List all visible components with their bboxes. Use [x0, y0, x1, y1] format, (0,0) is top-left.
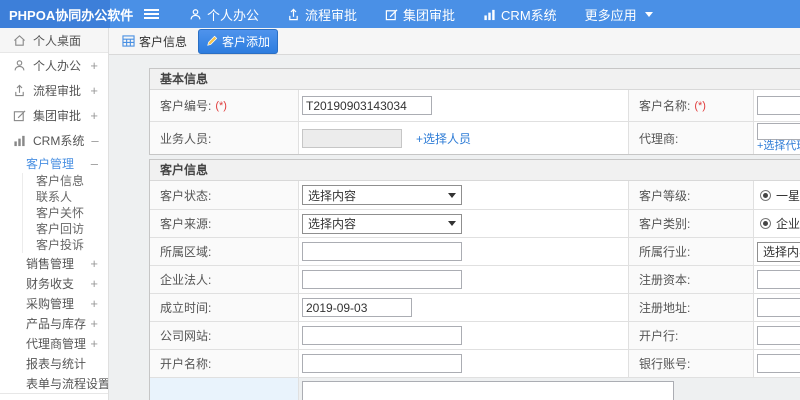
person-icon [189, 8, 202, 21]
account-name-input[interactable] [302, 354, 462, 373]
sidebar-item-customer-info[interactable]: 客户信息 [36, 173, 108, 189]
category-label: 客户类别: [629, 210, 754, 237]
category-radio[interactable] [760, 218, 771, 229]
sidebar-item-contacts[interactable]: 联系人 [36, 189, 108, 205]
pencil-icon [206, 35, 218, 47]
nav-group-approval[interactable]: 集团审批 [385, 5, 455, 24]
sidebar-item-group-approval[interactable]: 集团审批 + [0, 103, 108, 128]
process-icon [287, 8, 300, 21]
required-mark: (*) [215, 99, 227, 112]
sidebar-item-personal-office[interactable]: 个人办公 + [0, 53, 108, 78]
founded-date-label: 成立时间: [150, 294, 299, 321]
process-icon [13, 84, 26, 97]
status-label: 客户状态: [150, 181, 299, 209]
menu-toggle-button[interactable] [144, 0, 159, 28]
sidebar-item-purchasing[interactable]: 采购管理 + [0, 293, 108, 313]
status-select[interactable]: 选择内容 [302, 185, 462, 205]
website-input[interactable] [302, 326, 462, 345]
nav-personal-office[interactable]: 个人办公 [189, 5, 259, 24]
registered-capital-input[interactable] [757, 270, 800, 289]
industry-select[interactable]: 选择内容 [757, 241, 800, 262]
founded-date-input[interactable] [302, 298, 412, 317]
sidebar-item-desktop[interactable]: 个人桌面 [0, 28, 108, 53]
tab-customer-add[interactable]: 客户添加 [198, 28, 279, 54]
source-select[interactable]: 选择内容 [302, 213, 462, 234]
basic-info-section-title: 基本信息 [150, 69, 800, 90]
sidebar-item-agent-management[interactable]: 代理商管理 + [0, 333, 108, 353]
caret-down-icon [644, 11, 653, 17]
sidebar-item-customer-revisit[interactable]: 客户回访 [36, 221, 108, 237]
chart-icon [483, 8, 496, 21]
sidebar-item-process-approval[interactable]: 流程审批 + [0, 78, 108, 103]
app-logo: PHPOA协同办公软件 [0, 0, 133, 28]
customer-name-input[interactable] [757, 96, 800, 115]
customer-info-panel: 客户信息 客户状态: 选择内容 客户等级: 一星级 [149, 159, 800, 400]
select-agent-link[interactable]: +选择代理商 [757, 140, 800, 153]
website-label: 公司网站: [150, 322, 299, 349]
industry-label: 所属行业: [629, 238, 754, 265]
legal-person-label: 企业法人: [150, 266, 299, 293]
region-label: 所属区域: [150, 238, 299, 265]
grade-radio[interactable] [760, 189, 771, 201]
caret-down-icon [448, 221, 456, 226]
approve-icon [13, 109, 26, 122]
customer-no-input[interactable] [302, 96, 432, 115]
main-content: 客户信息 客户添加 基本信息 客户编号: (*) T20190903143034… [109, 28, 800, 400]
source-label: 客户来源: [150, 210, 299, 237]
basic-info-panel: 基本信息 客户编号: (*) 客户名称: (*) [149, 68, 800, 155]
sidebar-item-customer-management[interactable]: 客户管理 – [0, 153, 108, 173]
sidebar-item-finance[interactable]: 财务收支 + [0, 273, 108, 293]
sidebar-item-customer-complaint[interactable]: 客户投诉 [36, 237, 108, 253]
remark-label-cell [150, 378, 299, 400]
customer-name-label: 客户名称: (*) [629, 90, 754, 121]
nav-process-approval[interactable]: 流程审批 [287, 5, 357, 24]
salesperson-label: 业务人员: [150, 122, 299, 154]
top-nav: 个人办公 流程审批 集团审批 CRM系统 更多应用 [189, 0, 653, 28]
bank-label: 开户行: [629, 322, 754, 349]
hamburger-icon [144, 8, 159, 20]
customer-info-section-title: 客户信息 [150, 160, 800, 181]
sidebar-item-reports[interactable]: 报表与统计 [0, 353, 108, 373]
sidebar-item-form-process-settings[interactable]: 表单与流程设置 + [0, 373, 108, 393]
region-input[interactable] [302, 242, 462, 261]
sidebar: 个人桌面 个人办公 + 流程审批 + 集团审批 + CRM系统 – 客户管理 –… [0, 28, 109, 400]
agent-label: 代理商: [629, 122, 754, 154]
account-name-label: 开户名称: [150, 350, 299, 377]
sidebar-item-crm[interactable]: CRM系统 – [0, 128, 108, 153]
salesperson-input[interactable] [302, 128, 402, 148]
sidebar-item-sales-management[interactable]: 销售管理 + [0, 253, 108, 273]
nav-more-apps[interactable]: 更多应用 [585, 5, 653, 24]
grade-label: 客户等级: [629, 181, 754, 209]
nav-crm-system[interactable]: CRM系统 [483, 5, 557, 24]
table-icon [122, 35, 135, 47]
category-option-label: 企业 [776, 217, 800, 231]
caret-down-icon [448, 192, 456, 198]
agent-input[interactable] [757, 123, 800, 140]
legal-person-input[interactable] [302, 270, 462, 289]
registered-capital-label: 注册资本: [629, 266, 754, 293]
sidebar-item-customer-care[interactable]: 客户关怀 [36, 205, 108, 221]
sidebar-item-admin-office[interactable]: 行政办公 + [0, 393, 108, 400]
bank-account-input[interactable] [757, 354, 800, 373]
registered-address-input[interactable] [757, 298, 800, 317]
form-area: 基本信息 客户编号: (*) 客户名称: (*) [109, 55, 800, 400]
required-mark: (*) [694, 99, 706, 112]
customer-no-label: 客户编号: (*) [150, 90, 299, 121]
approve-icon [385, 8, 398, 21]
registered-address-label: 注册地址: [629, 294, 754, 321]
sidebar-item-products-inventory[interactable]: 产品与库存 + [0, 313, 108, 333]
remark-textarea[interactable] [302, 381, 674, 400]
top-header: PHPOA协同办公软件 个人办公 流程审批 集团审批 CRM系统 更多应用 [0, 0, 800, 28]
customer-submenu: 客户信息 联系人 客户关怀 客户回访 客户投诉 [22, 173, 108, 253]
grade-option-label: 一星级 [776, 188, 800, 203]
bank-account-label: 银行账号: [629, 350, 754, 377]
bank-input[interactable] [757, 326, 800, 345]
tab-customer-info[interactable]: 客户信息 [115, 30, 194, 53]
home-icon [13, 34, 26, 47]
tab-bar: 客户信息 客户添加 [109, 28, 800, 55]
select-person-link[interactable]: +选择人员 [416, 130, 471, 147]
chart-icon [13, 134, 26, 147]
remark-row [150, 377, 800, 400]
person-icon [13, 59, 26, 72]
